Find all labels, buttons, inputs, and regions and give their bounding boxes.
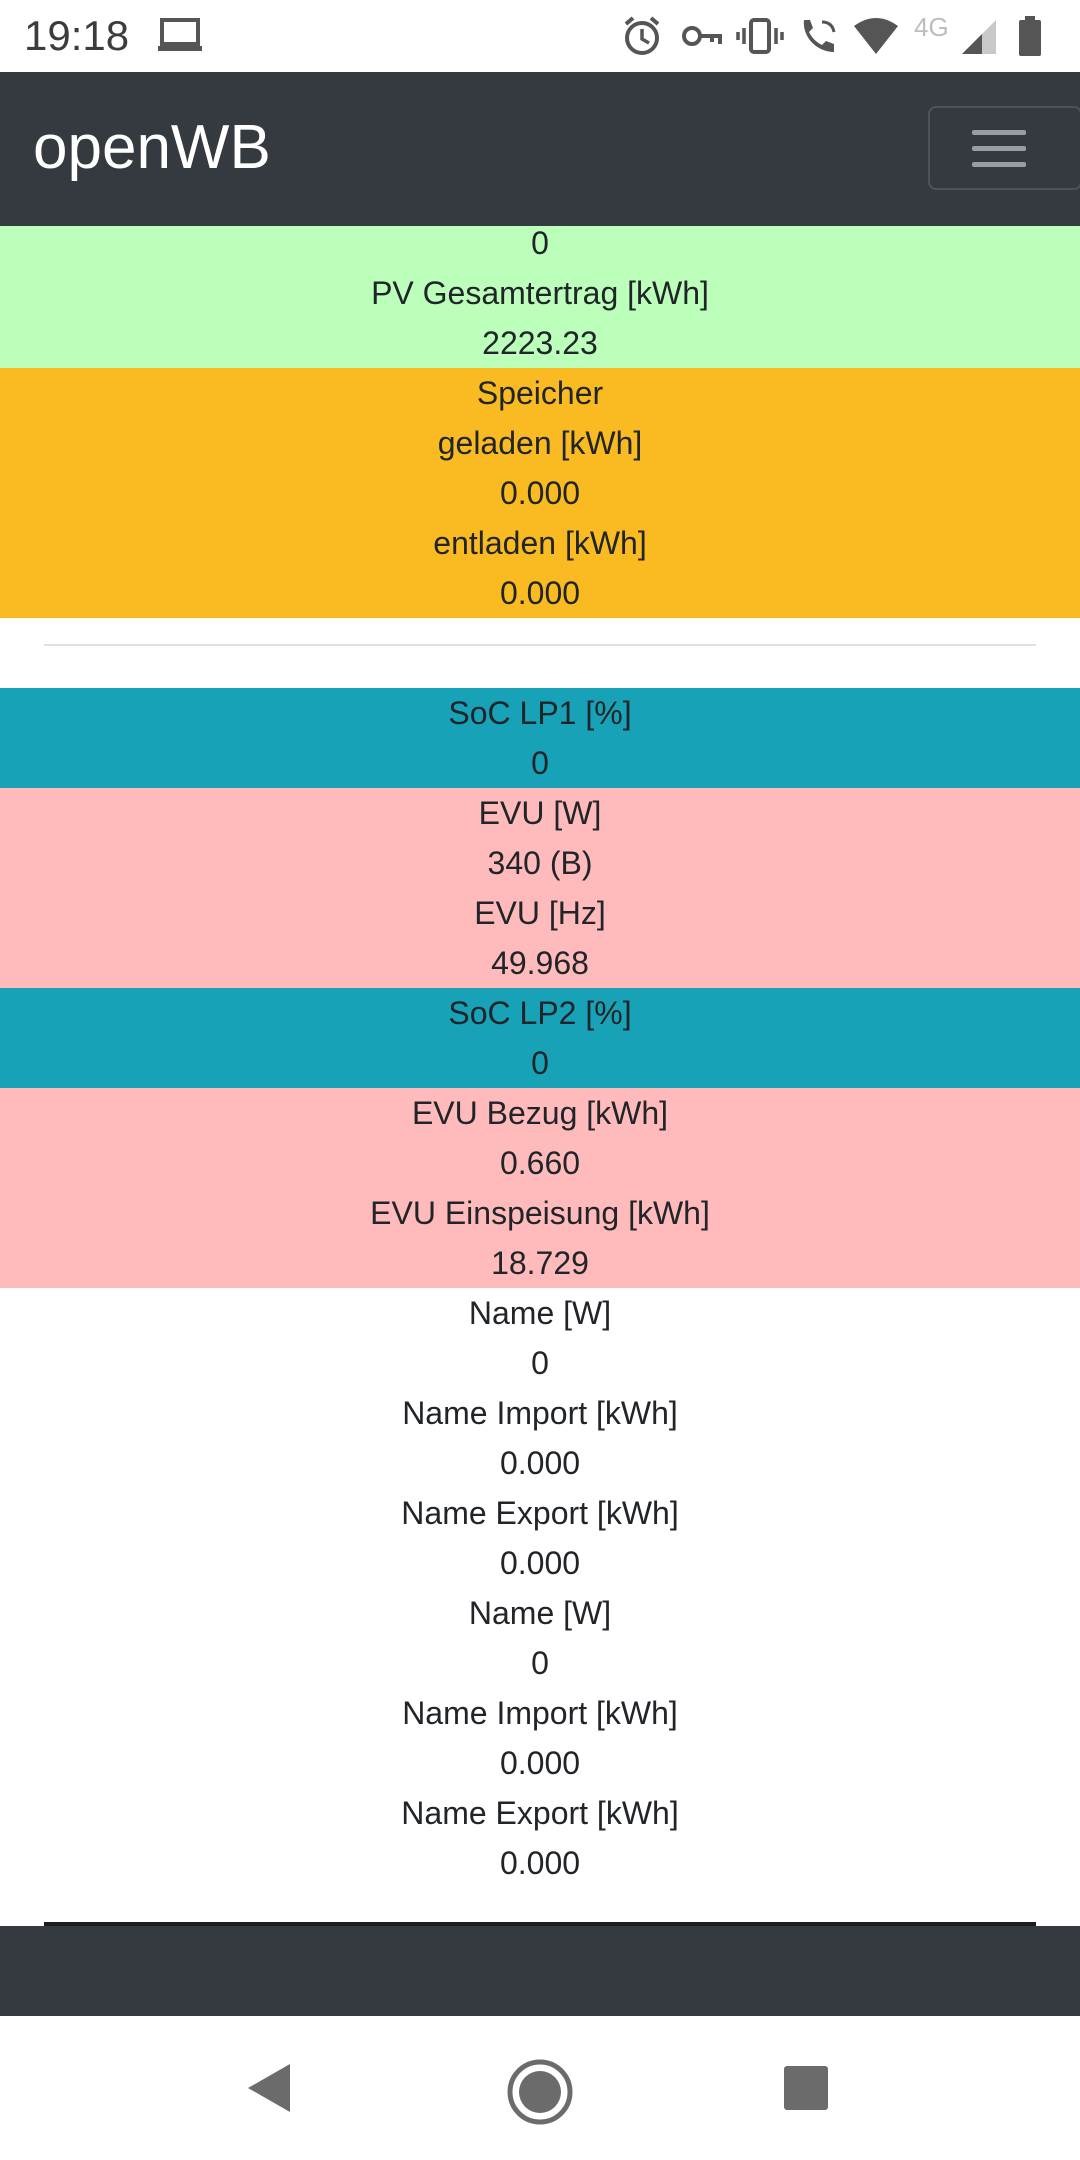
wifi-call-icon: [803, 20, 836, 52]
device-import-label: Name Import [kWh]: [402, 1395, 678, 1431]
pv-total-label: PV Gesamtertrag [kWh]: [371, 275, 709, 311]
soc-lp1-label: SoC LP1 [%]: [448, 695, 632, 731]
device-power-value: 0: [531, 1645, 549, 1681]
evu-frequency-label: EVU [Hz]: [474, 895, 606, 931]
pv-block: 0 PV Gesamtertrag [kWh] 2223.23: [0, 226, 1080, 368]
evu-block: EVU [W] 340 (B) EVU [Hz] 49.968: [0, 788, 1080, 988]
hamburger-menu-icon: [972, 130, 1026, 135]
evu-import-label: EVU Bezug [kWh]: [411, 1095, 669, 1131]
recents-icon[interactable]: [782, 2064, 830, 2112]
device-import-value: 0.000: [499, 1445, 581, 1481]
evu-power-label: EVU [W]: [478, 795, 602, 831]
evu-import-value: 0.660: [499, 1145, 581, 1181]
speicher-discharged-value: 0.000: [499, 575, 581, 611]
evu-energy-block: EVU Bezug [kWh] 0.660 EVU Einspeisung [k…: [0, 1088, 1080, 1288]
device-power-label: Name [W]: [468, 1295, 612, 1331]
speicher-block: Speicher geladen [kWh] 0.000 entladen [k…: [0, 368, 1080, 618]
footer: [0, 1926, 1080, 2016]
evu-export-value: 18.729: [491, 1245, 589, 1281]
brand-logo[interactable]: openWB: [33, 112, 271, 183]
device-export-label: Name Export [kWh]: [401, 1795, 679, 1831]
dashboard-content: 0 PV Gesamtertrag [kWh] 2223.23 Speicher…: [0, 226, 1080, 1888]
soc-lp2-value: 0: [531, 1045, 549, 1081]
device-export-value: 0.000: [499, 1545, 581, 1581]
vpn-key-icon: [682, 26, 722, 46]
network-type: 4G: [914, 12, 949, 42]
system-navigation-bar: [0, 2016, 1080, 2160]
soc-lp1-value: 0: [531, 745, 549, 781]
laptop-icon: [158, 18, 202, 51]
home-icon[interactable]: [506, 2058, 574, 2126]
evu-export-label: EVU Einspeisung [kWh]: [370, 1195, 710, 1231]
device-power-value: 0: [531, 1345, 549, 1381]
wifi-icon: [854, 18, 898, 54]
vibrate-icon: [736, 18, 784, 54]
device-export-value: 0.000: [499, 1845, 581, 1881]
battery-icon: [1019, 16, 1041, 56]
signal-icon: [962, 20, 996, 54]
pv-value: 0: [531, 225, 549, 261]
device-block-2: Name [W] 0 Name Import [kWh] 0.000 Name …: [0, 1588, 1080, 1888]
status-time: 19:18: [24, 12, 130, 59]
evu-frequency-value: 49.968: [491, 945, 589, 981]
menu-toggle-button[interactable]: [928, 106, 1080, 190]
evu-power-value: 340 (B): [487, 845, 593, 881]
soc-lp1-block: SoC LP1 [%] 0: [0, 688, 1080, 788]
speicher-discharged-label: entladen [kWh]: [433, 525, 647, 561]
device-export-label: Name Export [kWh]: [401, 1495, 679, 1531]
soc-lp2-label: SoC LP2 [%]: [448, 995, 632, 1031]
speicher-charged-label: geladen [kWh]: [437, 425, 643, 461]
navbar: openWB: [0, 72, 1080, 226]
back-icon[interactable]: [244, 2060, 294, 2116]
divider: [0, 618, 1080, 688]
device-block-1: Name [W] 0 Name Import [kWh] 0.000 Name …: [0, 1288, 1080, 1588]
soc-lp2-block: SoC LP2 [%] 0: [0, 988, 1080, 1088]
pv-total-value: 2223.23: [482, 325, 598, 361]
device-import-value: 0.000: [499, 1745, 581, 1781]
alarm-icon: [624, 16, 660, 55]
device-power-label: Name [W]: [468, 1595, 612, 1631]
speicher-charged-value: 0.000: [499, 475, 581, 511]
device-import-label: Name Import [kWh]: [402, 1695, 678, 1731]
speicher-title: Speicher: [476, 375, 604, 411]
status-bar: 19:18 4G: [0, 0, 1080, 72]
